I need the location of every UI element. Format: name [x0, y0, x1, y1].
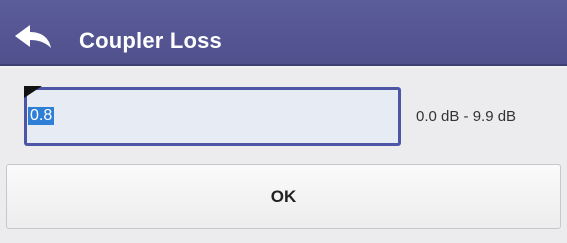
back-arrow-icon[interactable]	[13, 24, 53, 50]
ok-button[interactable]: OK	[6, 164, 561, 229]
coupler-loss-input[interactable]: 0.8	[24, 86, 401, 146]
resize-corner-icon	[24, 86, 42, 98]
dialog-body: 0.8 0.0 dB - 9.9 dB OK	[0, 68, 567, 243]
range-label: 0.0 dB - 9.9 dB	[416, 108, 517, 125]
dialog: Coupler Loss 0.8 0.0 dB - 9.9 dB OK	[0, 0, 567, 243]
title-bar: Coupler Loss	[0, 0, 567, 66]
page-title: Coupler Loss	[79, 28, 222, 53]
input-value: 0.8	[28, 107, 55, 125]
